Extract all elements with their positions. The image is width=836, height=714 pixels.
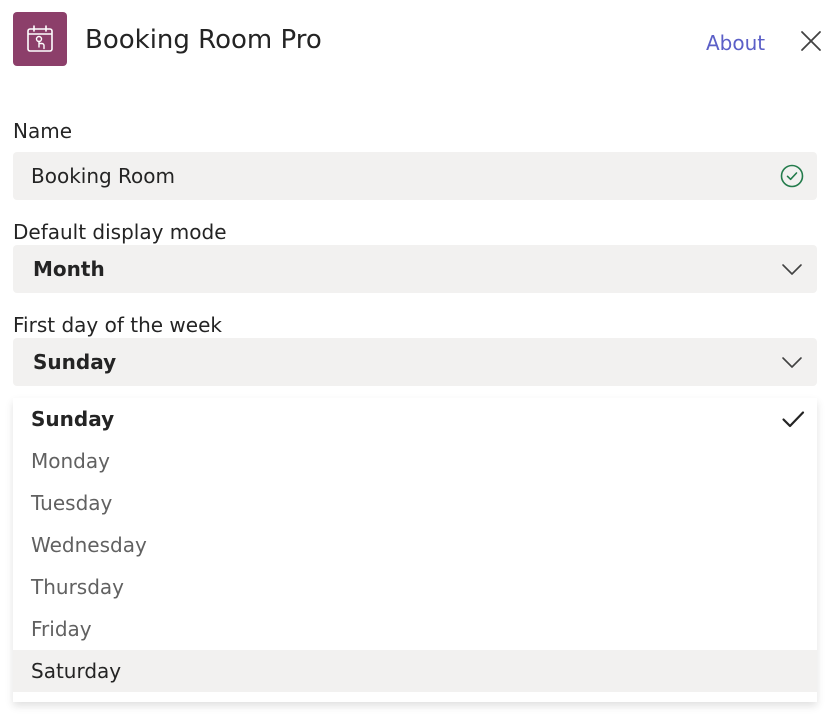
option-friday[interactable]: Friday (13, 608, 817, 650)
first-day-value: Sunday (33, 350, 117, 374)
option-sunday[interactable]: Sunday (13, 398, 817, 440)
first-day-dropdown-list: Sunday Monday Tuesday Wednesday Thursday… (13, 398, 817, 702)
close-button[interactable] (798, 28, 824, 54)
option-label: Monday (31, 449, 110, 473)
display-mode-select[interactable]: Month (13, 245, 817, 293)
booking-room-settings-dialog: Booking Room Pro About Name Booking Room… (0, 0, 836, 714)
about-link[interactable]: About (706, 29, 765, 57)
option-tuesday[interactable]: Tuesday (13, 482, 817, 524)
chevron-down-icon (782, 357, 802, 368)
option-label: Thursday (31, 575, 124, 599)
app-title: Booking Room Pro (85, 25, 322, 55)
booking-app-icon (13, 12, 67, 66)
name-input-value: Booking Room (31, 164, 176, 188)
option-thursday[interactable]: Thursday (13, 566, 817, 608)
option-label: Wednesday (31, 533, 147, 557)
option-saturday[interactable]: Saturday (13, 650, 817, 692)
chevron-down-icon (782, 264, 802, 275)
display-mode-value: Month (33, 257, 105, 281)
option-label: Tuesday (31, 491, 113, 515)
first-day-label: First day of the week (13, 313, 222, 337)
option-monday[interactable]: Monday (13, 440, 817, 482)
checkmark-icon (782, 411, 805, 428)
option-label: Sunday (31, 407, 115, 431)
display-mode-label: Default display mode (13, 220, 227, 244)
close-icon (801, 31, 821, 51)
name-input[interactable]: Booking Room (13, 152, 817, 200)
option-label: Friday (31, 617, 92, 641)
option-wednesday[interactable]: Wednesday (13, 524, 817, 566)
valid-check-circle-icon (780, 164, 804, 188)
first-day-select[interactable]: Sunday (13, 338, 817, 386)
name-label: Name (13, 119, 73, 143)
calendar-touch-icon (27, 25, 53, 52)
option-label: Saturday (31, 659, 122, 683)
